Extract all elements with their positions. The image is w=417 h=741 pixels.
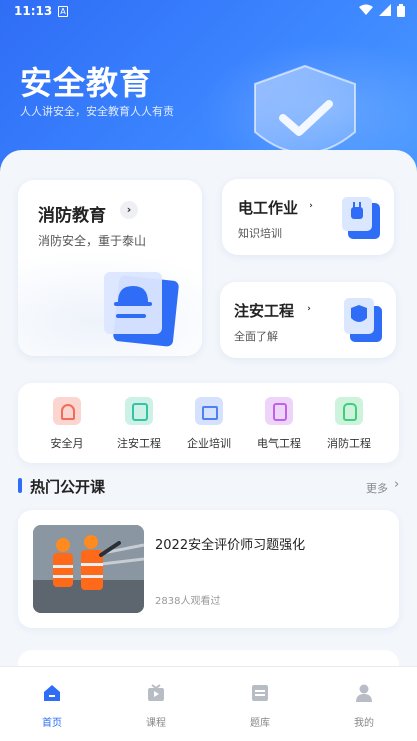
chevron-right-icon: › (120, 201, 138, 219)
tab-courses[interactable]: 课程 (126, 683, 186, 729)
quick-link-label: 安全月 (50, 437, 84, 450)
fire-extinguisher-icon (335, 397, 363, 425)
course-card[interactable]: 2022安全评价师习题强化 2838人观看过 (18, 510, 399, 628)
electric-card-subtitle: 知识培训 (238, 227, 282, 240)
section-title: 热门公开课 (30, 478, 106, 496)
fire-helmet-icon (104, 272, 179, 347)
chevron-right-icon: › (309, 201, 313, 211)
safety-shield-icon (344, 298, 382, 342)
safety-card-title: 注安工程 (234, 302, 295, 320)
safety-month-icon (53, 397, 81, 425)
tab-label: 课程 (146, 718, 166, 729)
user-icon (356, 684, 372, 702)
course-title: 2022安全评价师习题强化 (155, 538, 306, 553)
quick-link-electrical[interactable]: 电气工程 (244, 397, 314, 451)
course-thumbnail (33, 525, 144, 613)
electrical-icon (265, 397, 293, 425)
chevron-right-icon: › (307, 304, 311, 314)
sim-icon: A (58, 6, 68, 17)
course-views: 2838人观看过 (155, 596, 221, 607)
electric-card-title: 电工作业 (238, 199, 299, 217)
fire-card-subtitle: 消防安全，重于泰山 (38, 234, 147, 248)
tab-label: 题库 (250, 718, 270, 729)
quick-link-label: 企业培训 (187, 437, 231, 450)
wifi-icon (359, 4, 373, 15)
status-time: 11:13 (14, 4, 53, 18)
electrician-card[interactable]: 电工作业 › 知识培训 (222, 179, 394, 255)
quick-link-label: 注安工程 (117, 437, 161, 450)
tab-label: 我的 (354, 718, 374, 729)
tab-label: 首页 (42, 718, 62, 729)
building-icon (195, 397, 223, 425)
quick-link-safety-month[interactable]: 安全月 (32, 397, 102, 451)
battery-icon (397, 4, 405, 17)
quick-link-safety-eng[interactable]: 注安工程 (104, 397, 174, 451)
quick-link-label: 消防工程 (327, 437, 371, 450)
status-bar: 11:13 A (0, 0, 417, 24)
quick-links: 安全月 注安工程 企业培训 电气工程 消防工程 (18, 383, 399, 463)
fire-education-card[interactable]: 消防教育 › 消防安全，重于泰山 (18, 180, 202, 356)
quick-link-label: 电气工程 (257, 437, 301, 450)
tab-home[interactable]: 首页 (22, 683, 82, 729)
safety-card-subtitle: 全面了解 (234, 330, 278, 343)
workers-image (33, 525, 144, 613)
bottom-tab-bar: 首页 课程 题库 我的 (0, 666, 417, 741)
tab-profile[interactable]: 我的 (334, 683, 394, 729)
status-icons (359, 4, 405, 17)
page-subtitle: 人人讲安全，安全教育人人有责 (20, 105, 174, 118)
page-title: 安全教育 (20, 64, 153, 102)
video-icon (148, 684, 164, 701)
fire-card-title: 消防教育 (38, 206, 106, 226)
plug-icon (342, 197, 380, 239)
chevron-right-icon[interactable]: › (394, 477, 399, 492)
tab-question-bank[interactable]: 题库 (230, 683, 290, 729)
home-icon (44, 685, 60, 701)
question-bank-icon (252, 685, 268, 701)
quick-link-fire-engineering[interactable]: 消防工程 (314, 397, 384, 451)
section-accent-bar (18, 478, 22, 493)
certificate-icon (125, 397, 153, 425)
more-link[interactable]: 更多 (366, 480, 388, 496)
quick-link-enterprise-training[interactable]: 企业培训 (174, 397, 244, 451)
safety-engineering-card[interactable]: 注安工程 › 全面了解 (220, 282, 396, 358)
signal-icon (379, 4, 391, 16)
